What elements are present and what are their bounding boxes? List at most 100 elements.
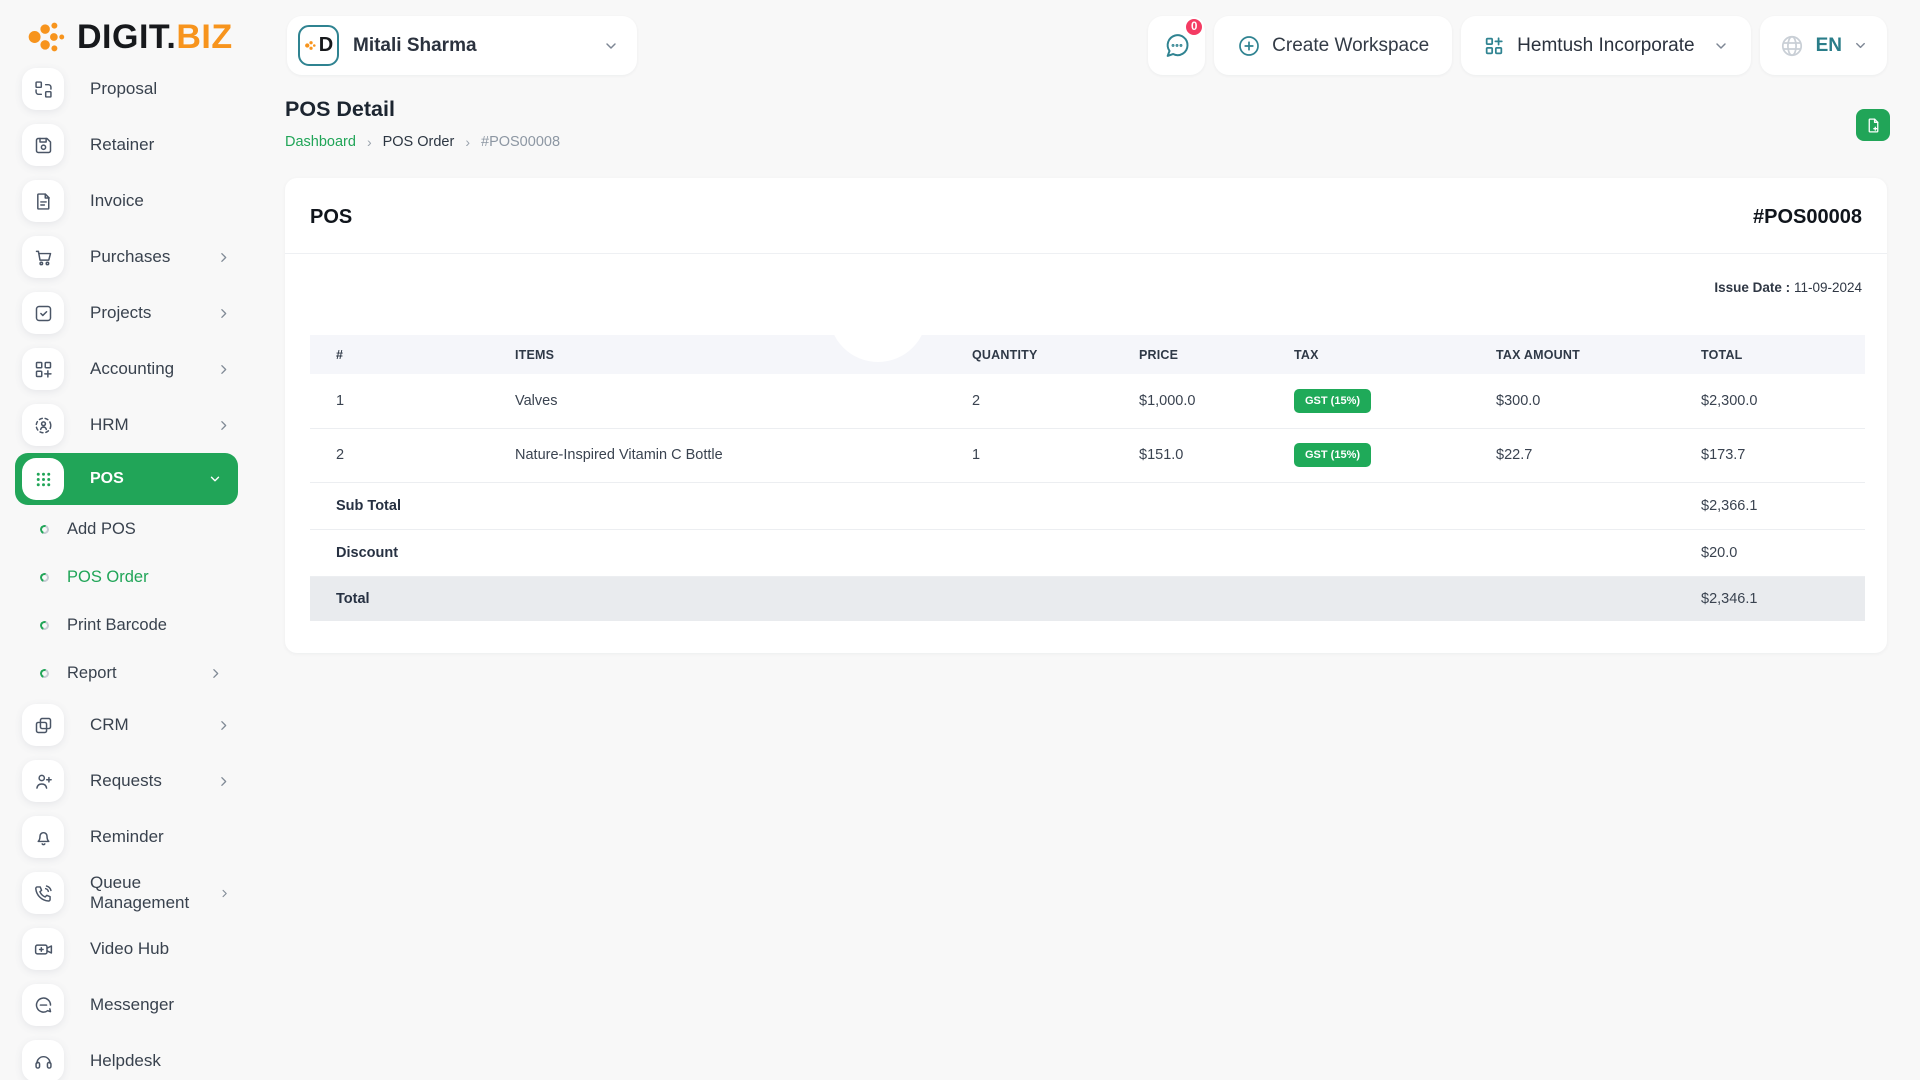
discount-row: Discount $20.0: [310, 529, 1865, 576]
sidebar-item-projects[interactable]: Projects: [0, 285, 248, 341]
sidebar-item-hrm[interactable]: HRM: [0, 397, 248, 453]
workspace-selector[interactable]: D Mitali Sharma: [287, 16, 637, 75]
sidebar-item-label: Messenger: [90, 995, 174, 1015]
item-name-cell: Valves: [515, 374, 972, 428]
language-selector[interactable]: EN: [1760, 16, 1887, 75]
issue-date-value: 11-09-2024: [1794, 280, 1862, 295]
subtotal-label: Sub Total: [310, 482, 515, 529]
sidebar-item-requests[interactable]: Requests: [0, 753, 248, 809]
globe-icon: [1779, 33, 1805, 59]
sidebar-item-label: Invoice: [90, 191, 144, 211]
sidebar-item-crm[interactable]: CRM: [0, 697, 248, 753]
proposal-icon: [22, 68, 64, 110]
page-title: POS Detail: [285, 97, 395, 122]
chevron-right-icon: [217, 775, 230, 788]
export-button[interactable]: [1856, 109, 1890, 141]
col-total: TOTAL: [1701, 335, 1865, 374]
brand-logo[interactable]: DIGIT.BIZ: [24, 16, 233, 58]
topbar-actions: 0 Create Workspace Hemtush Incorporate E…: [1148, 16, 1887, 75]
headphones-icon: [22, 1040, 64, 1080]
sidebar-item-label: Requests: [90, 771, 162, 791]
col-tax: TAX: [1294, 335, 1496, 374]
sidebar-item-reminder[interactable]: Reminder: [0, 809, 248, 865]
breadcrumb-pos-order[interactable]: POS Order: [383, 134, 455, 150]
sidebar-item-label: CRM: [90, 715, 129, 735]
discount-value: $20.0: [1701, 529, 1865, 576]
company-selector[interactable]: Hemtush Incorporate: [1461, 16, 1750, 75]
sidebar-item-label: Video Hub: [90, 939, 169, 959]
chat-bubble-icon: [1163, 32, 1191, 60]
pos-number: #POS00008: [1753, 206, 1862, 229]
sidebar-item-retainer[interactable]: Retainer: [0, 117, 248, 173]
item-total-cell: $2,300.0: [1701, 374, 1865, 428]
accounting-icon: [22, 348, 64, 390]
create-workspace-label: Create Workspace: [1272, 35, 1429, 57]
workspace-initial: D: [319, 34, 333, 57]
chevron-right-icon: [219, 887, 230, 900]
language-code: EN: [1816, 35, 1842, 57]
brand-word-dark: DIGIT.: [77, 18, 176, 56]
sidebar-item-label: Accounting: [90, 359, 174, 379]
item-quantity-cell: 2: [972, 374, 1139, 428]
sidebar-item-queue-management[interactable]: Queue Management: [0, 865, 248, 921]
chevron-right-icon: [209, 667, 222, 680]
sidebar-item-messenger[interactable]: Messenger: [0, 977, 248, 1033]
sidebar-item-video-hub[interactable]: Video Hub: [0, 921, 248, 977]
sidebar-item-helpdesk[interactable]: Helpdesk: [0, 1033, 248, 1080]
col-index: #: [310, 335, 515, 374]
chat-button[interactable]: 0: [1148, 16, 1205, 75]
sidebar-subitem-pos-order[interactable]: POS Order: [0, 553, 248, 601]
item-price-cell: $1,000.0: [1139, 374, 1294, 428]
chevron-right-icon: [217, 307, 230, 320]
chevron-right-icon: [217, 251, 230, 264]
table-row: 2 Nature-Inspired Vitamin C Bottle 1 $15…: [310, 428, 1865, 482]
pos-grid-icon: [22, 458, 64, 500]
sidebar-subitem-report[interactable]: Report: [0, 649, 248, 697]
sidebar-item-accounting[interactable]: Accounting: [0, 341, 248, 397]
brand-word-accent: BIZ: [176, 18, 232, 56]
col-price: PRICE: [1139, 335, 1294, 374]
item-index-cell: 1: [310, 374, 515, 428]
chat-badge: 0: [1184, 17, 1204, 37]
sidebar-subitem-label: POS Order: [67, 568, 149, 587]
invoice-icon: [22, 180, 64, 222]
item-total-cell: $173.7: [1701, 428, 1865, 482]
item-quantity-cell: 1: [972, 428, 1139, 482]
col-tax-amount: TAX AMOUNT: [1496, 335, 1701, 374]
company-name: Hemtush Incorporate: [1517, 35, 1694, 57]
sidebar-item-label: HRM: [90, 415, 129, 435]
workspace-grid-icon: [1483, 35, 1505, 57]
item-tax-cell: GST (15%): [1294, 374, 1496, 428]
sidebar-item-purchases[interactable]: Purchases: [0, 229, 248, 285]
bullet-icon: [39, 571, 51, 583]
issue-date: Issue Date : 11-09-2024: [285, 254, 1887, 295]
subtotal-row: Sub Total $2,366.1: [310, 482, 1865, 529]
breadcrumb-current: #POS00008: [481, 134, 560, 150]
total-label: Total: [310, 576, 515, 621]
plus-circle-icon: [1237, 34, 1261, 58]
chevron-down-icon: [1853, 38, 1868, 53]
pos-items-table: # ITEMS QUANTITY PRICE TAX TAX AMOUNT TO…: [310, 335, 1865, 621]
requests-icon: [22, 760, 64, 802]
sidebar-item-label: Queue Management: [90, 873, 219, 913]
sidebar-subitem-print-barcode[interactable]: Print Barcode: [0, 601, 248, 649]
bullet-icon: [39, 523, 51, 535]
sidebar-item-label: Projects: [90, 303, 151, 323]
sidebar-item-label: POS: [90, 470, 124, 488]
sidebar-subitem-add-pos[interactable]: Add POS: [0, 505, 248, 553]
item-tax-cell: GST (15%): [1294, 428, 1496, 482]
chevron-right-icon: [217, 363, 230, 376]
workspace-logo: D: [298, 25, 339, 66]
item-tax-amount-cell: $22.7: [1496, 428, 1701, 482]
sidebar-item-pos[interactable]: POS: [15, 453, 238, 505]
bell-icon: [22, 816, 64, 858]
video-camera-icon: [22, 928, 64, 970]
phone-call-icon: [22, 872, 64, 914]
table-header-row: # ITEMS QUANTITY PRICE TAX TAX AMOUNT TO…: [310, 335, 1865, 374]
breadcrumb-dashboard[interactable]: Dashboard: [285, 134, 356, 150]
create-workspace-button[interactable]: Create Workspace: [1214, 16, 1452, 75]
sidebar-item-invoice[interactable]: Invoice: [0, 173, 248, 229]
discount-label: Discount: [310, 529, 515, 576]
sidebar-item-proposal[interactable]: Proposal: [0, 61, 248, 117]
workspace-user-name: Mitali Sharma: [353, 35, 477, 57]
